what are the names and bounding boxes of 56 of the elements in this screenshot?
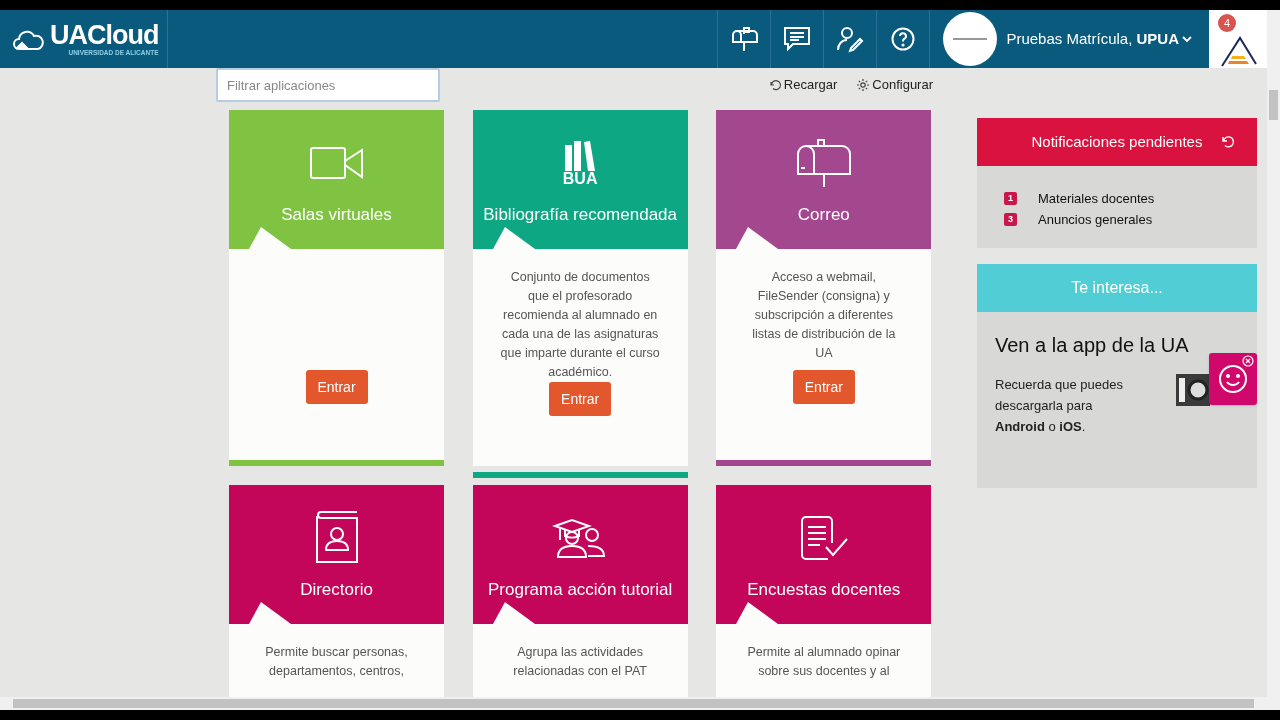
enter-button[interactable]: Entrar — [792, 370, 855, 404]
user-menu[interactable]: Pruebas Matrícula, UPUA — [1006, 27, 1192, 51]
app-title: Directorio — [300, 581, 373, 598]
header-notch — [492, 227, 535, 249]
settings-link[interactable]: Configurar — [856, 75, 933, 95]
notification-link[interactable]: Materiales docentes — [1038, 189, 1155, 209]
filter-field[interactable]: Filtrar aplicaciones — [216, 68, 440, 102]
close-icon[interactable] — [1242, 355, 1254, 367]
count-badge: 3 — [1004, 212, 1017, 226]
panel-title: Te interesa... — [1071, 278, 1163, 298]
enter-button[interactable]: Entrar — [549, 382, 612, 416]
app-title: Encuestas docentes — [747, 581, 901, 598]
app-title: Salas virtuales — [281, 206, 392, 223]
app-title: Bibliografía recomendada — [483, 206, 677, 223]
enter-button[interactable]: Entrar — [305, 370, 368, 404]
feedback-widget[interactable] — [1209, 353, 1257, 405]
bua-logo-text: BUA — [562, 171, 598, 187]
app-description: Permite al alumnado opinar sobre sus docentes y al — [746, 644, 902, 680]
avatar-placeholder-icon — [943, 12, 998, 66]
header-notch — [249, 227, 291, 249]
count-badge: 1 — [1004, 192, 1017, 206]
pyramid-logo-icon — [1218, 34, 1258, 68]
reload-link[interactable]: Recargar — [768, 75, 838, 95]
app-description: Acceso a webmail, FileSender (consigna) y subscripción a diferentes listas de distribución de la UA — [751, 269, 897, 362]
horizontal-scrollbar[interactable] — [0, 697, 1280, 710]
refresh-icon[interactable] — [1221, 135, 1235, 149]
help-icon — [891, 27, 916, 51]
mailbox-icon — [794, 138, 853, 188]
app-title: Correo — [797, 206, 850, 223]
video-camera-icon — [308, 145, 365, 181]
header-notch — [736, 602, 779, 624]
app-description: Conjunto de documentos que el profesorado recomienda al alumnado en cada una de las asignaturas que imparte durante el curso académico. — [499, 269, 661, 381]
user-edit-icon — [836, 25, 865, 53]
app-title: Programa acción tutorial — [488, 581, 673, 598]
smiley-icon — [1218, 364, 1248, 394]
chat-icon — [783, 26, 812, 52]
promo-heading: Ven a la app de la UA — [995, 333, 1190, 358]
reload-icon — [768, 78, 782, 92]
notification-badge: 4 — [1218, 14, 1236, 32]
settings-icon — [856, 78, 871, 92]
notification-link[interactable]: Anuncios generales — [1038, 209, 1153, 229]
panel-title: Notificaciones pendientes — [1031, 131, 1203, 152]
logo-title: UACloud — [50, 21, 159, 49]
camera-icon — [1176, 372, 1210, 406]
header-notch — [492, 602, 535, 624]
app-description: Permite buscar personas, departamentos, centros, — [264, 644, 409, 680]
app-description: Agrupa las actividades relacionadas con el PAT — [512, 644, 648, 680]
promo-text: Recuerda que puedes descargarla para Android o iOS. — [995, 376, 1124, 436]
books-icon — [564, 139, 597, 171]
contact-book-icon — [313, 510, 360, 566]
university-logo[interactable]: 4 — [1209, 10, 1267, 68]
chevron-down-icon — [1182, 35, 1192, 43]
header-notch — [736, 227, 779, 249]
header-notch — [249, 602, 291, 624]
vertical-scrollbar[interactable] — [1267, 10, 1280, 697]
mailbox-icon — [730, 26, 759, 52]
